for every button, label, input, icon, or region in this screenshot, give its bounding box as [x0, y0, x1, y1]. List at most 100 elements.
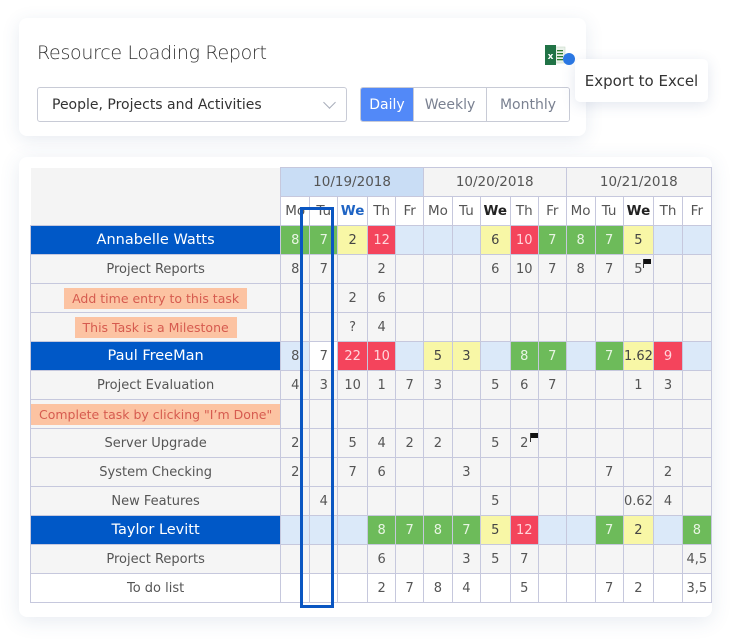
hours-cell[interactable] [451, 428, 481, 458]
hours-cell[interactable] [538, 486, 567, 516]
hours-cell[interactable]: 12 [366, 225, 397, 255]
hours-cell[interactable]: 3 [653, 370, 683, 400]
hours-cell[interactable] [451, 283, 481, 313]
hours-cell[interactable]: 4 [366, 312, 397, 342]
hours-cell[interactable] [422, 312, 453, 342]
hours-cell[interactable] [565, 283, 596, 313]
view-select[interactable]: People, Projects and Activities [37, 87, 347, 122]
hours-cell[interactable] [309, 573, 339, 603]
hours-cell[interactable] [395, 399, 424, 429]
hours-cell[interactable] [479, 341, 511, 371]
hours-cell[interactable] [594, 312, 624, 342]
hours-cell[interactable] [681, 283, 713, 313]
person-name[interactable]: Taylor Levitt [29, 515, 282, 545]
hours-cell[interactable]: 10 [509, 254, 540, 284]
hours-cell[interactable]: 4 [309, 486, 339, 516]
hours-cell[interactable] [622, 283, 655, 313]
hours-cell[interactable] [653, 428, 683, 458]
hours-cell[interactable] [280, 573, 311, 603]
hours-cell[interactable] [681, 225, 713, 255]
hours-cell[interactable] [395, 486, 424, 516]
hours-cell[interactable]: 2 [337, 283, 368, 313]
hours-cell[interactable]: 5 [479, 486, 511, 516]
hours-cell[interactable] [565, 399, 596, 429]
hours-cell[interactable]: 8 [565, 254, 596, 284]
hours-cell[interactable]: 7 [538, 370, 567, 400]
hours-cell[interactable]: 5 [622, 225, 655, 255]
hours-cell[interactable] [509, 312, 540, 342]
hours-cell[interactable] [395, 283, 424, 313]
hours-cell[interactable] [681, 486, 713, 516]
hours-cell[interactable]: 12 [509, 515, 540, 545]
hours-cell[interactable]: 10 [366, 341, 397, 371]
hours-cell[interactable] [681, 428, 713, 458]
hours-cell[interactable] [681, 254, 713, 284]
hours-cell[interactable] [594, 486, 624, 516]
hours-cell[interactable]: 5 [622, 254, 655, 284]
hours-cell[interactable]: 6 [479, 254, 511, 284]
hours-cell[interactable] [309, 457, 339, 487]
hours-cell[interactable]: 5 [479, 515, 511, 545]
hours-cell[interactable]: 2 [509, 428, 540, 458]
hours-cell[interactable] [280, 283, 311, 313]
hours-cell[interactable]: 8 [422, 573, 453, 603]
hours-cell[interactable]: 5 [479, 544, 511, 574]
hours-cell[interactable] [509, 399, 540, 429]
hours-cell[interactable]: 4,5 [681, 544, 713, 574]
hours-cell[interactable]: 8 [280, 225, 311, 255]
hours-cell[interactable] [422, 225, 453, 255]
hours-cell[interactable]: 6 [366, 283, 397, 313]
hours-cell[interactable] [309, 399, 339, 429]
hours-cell[interactable] [538, 428, 567, 458]
tab-daily[interactable]: Daily [361, 88, 413, 121]
task-name[interactable]: New Features [29, 486, 282, 516]
hours-cell[interactable]: 6 [479, 225, 511, 255]
hours-cell[interactable]: 10 [337, 370, 368, 400]
hours-cell[interactable]: 6 [366, 457, 397, 487]
hours-cell[interactable] [366, 399, 397, 429]
hours-cell[interactable] [538, 283, 567, 313]
hours-cell[interactable]: 7 [594, 254, 624, 284]
hours-cell[interactable] [653, 544, 683, 574]
hours-cell[interactable] [565, 370, 596, 400]
hours-cell[interactable] [653, 399, 683, 429]
hours-cell[interactable] [594, 428, 624, 458]
tab-monthly[interactable]: Monthly [486, 88, 569, 121]
hours-cell[interactable]: 7 [395, 515, 424, 545]
hours-cell[interactable]: 7 [451, 515, 481, 545]
hours-cell[interactable]: 2 [337, 225, 368, 255]
hours-cell[interactable]: 2 [366, 573, 397, 603]
hours-cell[interactable] [309, 312, 339, 342]
hours-cell[interactable]: 7 [538, 225, 567, 255]
hours-cell[interactable]: 7 [309, 225, 339, 255]
hours-cell[interactable]: 7 [337, 457, 368, 487]
hours-cell[interactable] [422, 544, 453, 574]
hours-cell[interactable]: 2 [366, 254, 397, 284]
hours-cell[interactable]: 10 [509, 225, 540, 255]
hours-cell[interactable]: 7 [538, 341, 567, 371]
hours-cell[interactable]: 3,5 [681, 573, 713, 603]
hours-cell[interactable]: 7 [594, 515, 624, 545]
hours-cell[interactable]: 3 [451, 341, 481, 371]
hours-cell[interactable] [337, 486, 368, 516]
hours-cell[interactable]: 4 [366, 428, 397, 458]
hint-label[interactable]: Add time entry to this task [64, 287, 248, 309]
hours-cell[interactable] [395, 225, 424, 255]
hours-cell[interactable] [653, 283, 683, 313]
hours-cell[interactable] [451, 370, 481, 400]
person-name[interactable]: Annabelle Watts [29, 225, 282, 255]
task-name[interactable]: Server Upgrade [29, 428, 282, 458]
hours-cell[interactable]: 4 [653, 486, 683, 516]
hours-cell[interactable]: 3 [309, 370, 339, 400]
hours-cell[interactable] [594, 544, 624, 574]
hours-cell[interactable]: 1 [622, 370, 655, 400]
hours-cell[interactable] [422, 254, 453, 284]
hours-cell[interactable]: 6 [509, 370, 540, 400]
hours-cell[interactable]: 4 [451, 573, 481, 603]
hours-cell[interactable] [565, 457, 596, 487]
hours-cell[interactable]: 5 [479, 428, 511, 458]
hours-cell[interactable]: 1.62 [622, 341, 655, 371]
hours-cell[interactable] [395, 341, 424, 371]
hours-cell[interactable]: 5 [337, 428, 368, 458]
hours-cell[interactable] [565, 312, 596, 342]
